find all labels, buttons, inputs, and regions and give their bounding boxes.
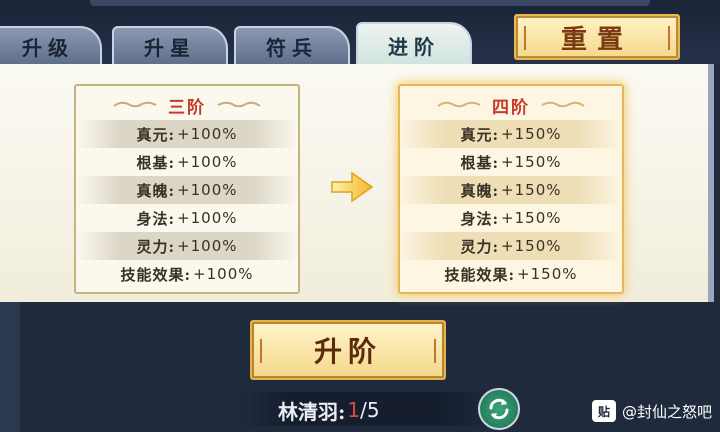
stat-name: 根基: bbox=[136, 153, 176, 172]
character-progress: 林清羽: 1/5 bbox=[278, 396, 380, 424]
stat-name: 技能效果: bbox=[444, 265, 516, 284]
stat-value: +100% bbox=[177, 153, 238, 171]
stat-value: +150% bbox=[501, 153, 562, 171]
tab-advance[interactable]: 进阶 bbox=[356, 22, 472, 66]
next-tier-card: 四阶 真元: +150% 根基: +150% 真魄: +150% 身法: +150% 灵… bbox=[398, 84, 624, 294]
stat-value: +150% bbox=[501, 125, 562, 143]
stat-name: 根基: bbox=[460, 153, 500, 172]
stat-row: 真元: +150% bbox=[400, 120, 622, 148]
left-edge-decoration bbox=[0, 302, 20, 432]
count-total: /5 bbox=[360, 398, 380, 422]
stat-row: 真魄: +150% bbox=[400, 176, 622, 204]
advance-panel: 三阶 真元: +100% 根基: +100% 真魄: +100% 身法: +100% 灵… bbox=[0, 64, 714, 302]
stat-value: +150% bbox=[501, 237, 562, 255]
stat-name: 真魄: bbox=[460, 181, 500, 200]
stat-row: 身法: +100% bbox=[76, 204, 298, 232]
refresh-icon bbox=[486, 396, 512, 422]
card-title-row: 四阶 bbox=[400, 90, 622, 120]
stat-value: +150% bbox=[517, 265, 578, 283]
card-title-row: 三阶 bbox=[76, 90, 298, 120]
stat-row: 根基: +100% bbox=[76, 148, 298, 176]
tab-star-up[interactable]: 升星 bbox=[112, 26, 228, 64]
reset-button[interactable]: 重置 bbox=[514, 14, 680, 60]
stat-row: 真元: +100% bbox=[76, 120, 298, 148]
stat-value: +100% bbox=[177, 237, 238, 255]
watermark: 贴 @封仙之怒吧 bbox=[591, 398, 712, 424]
cloud-ornament-icon bbox=[112, 100, 158, 110]
stat-value: +100% bbox=[177, 209, 238, 227]
stat-row: 真魄: +100% bbox=[76, 176, 298, 204]
stat-row: 技能效果: +150% bbox=[400, 260, 622, 288]
stat-value: +100% bbox=[177, 125, 238, 143]
stat-row: 灵力: +100% bbox=[76, 232, 298, 260]
stat-row: 灵力: +150% bbox=[400, 232, 622, 260]
advance-button[interactable]: 升阶 bbox=[250, 320, 446, 380]
refresh-button[interactable] bbox=[478, 388, 520, 430]
stat-value: +100% bbox=[193, 265, 254, 283]
stat-name: 身法: bbox=[136, 209, 176, 228]
stat-row: 身法: +150% bbox=[400, 204, 622, 232]
tab-upgrade[interactable]: 升级 bbox=[0, 26, 102, 64]
stat-row: 技能效果: +100% bbox=[76, 260, 298, 288]
right-arrow-icon bbox=[330, 169, 374, 205]
character-count: 1/5 bbox=[347, 398, 379, 422]
stat-name: 技能效果: bbox=[120, 265, 192, 284]
current-tier-card: 三阶 真元: +100% 根基: +100% 真魄: +100% 身法: +100% 灵… bbox=[74, 84, 300, 294]
cloud-ornament-icon bbox=[436, 100, 482, 110]
count-current: 1 bbox=[347, 398, 361, 422]
cloud-ornament-icon bbox=[540, 100, 586, 110]
stat-value: +100% bbox=[177, 181, 238, 199]
tab-talisman-weapon[interactable]: 符兵 bbox=[234, 26, 350, 64]
stat-name: 灵力: bbox=[460, 237, 500, 256]
stat-name: 身法: bbox=[460, 209, 500, 228]
stat-value: +150% bbox=[501, 181, 562, 199]
cloud-ornament-icon bbox=[216, 100, 262, 110]
stat-value: +150% bbox=[501, 209, 562, 227]
stat-name: 真魄: bbox=[136, 181, 176, 200]
tieba-logo-icon: 贴 bbox=[591, 400, 616, 422]
stat-name: 真元: bbox=[460, 125, 500, 144]
character-name: 林清羽: bbox=[278, 399, 346, 424]
current-tier-title: 三阶 bbox=[168, 97, 206, 118]
stat-row: 根基: +150% bbox=[400, 148, 622, 176]
watermark-text: @封仙之怒吧 bbox=[621, 402, 712, 421]
next-tier-title: 四阶 bbox=[492, 97, 530, 118]
stat-name: 真元: bbox=[136, 125, 176, 144]
stat-name: 灵力: bbox=[136, 237, 176, 256]
